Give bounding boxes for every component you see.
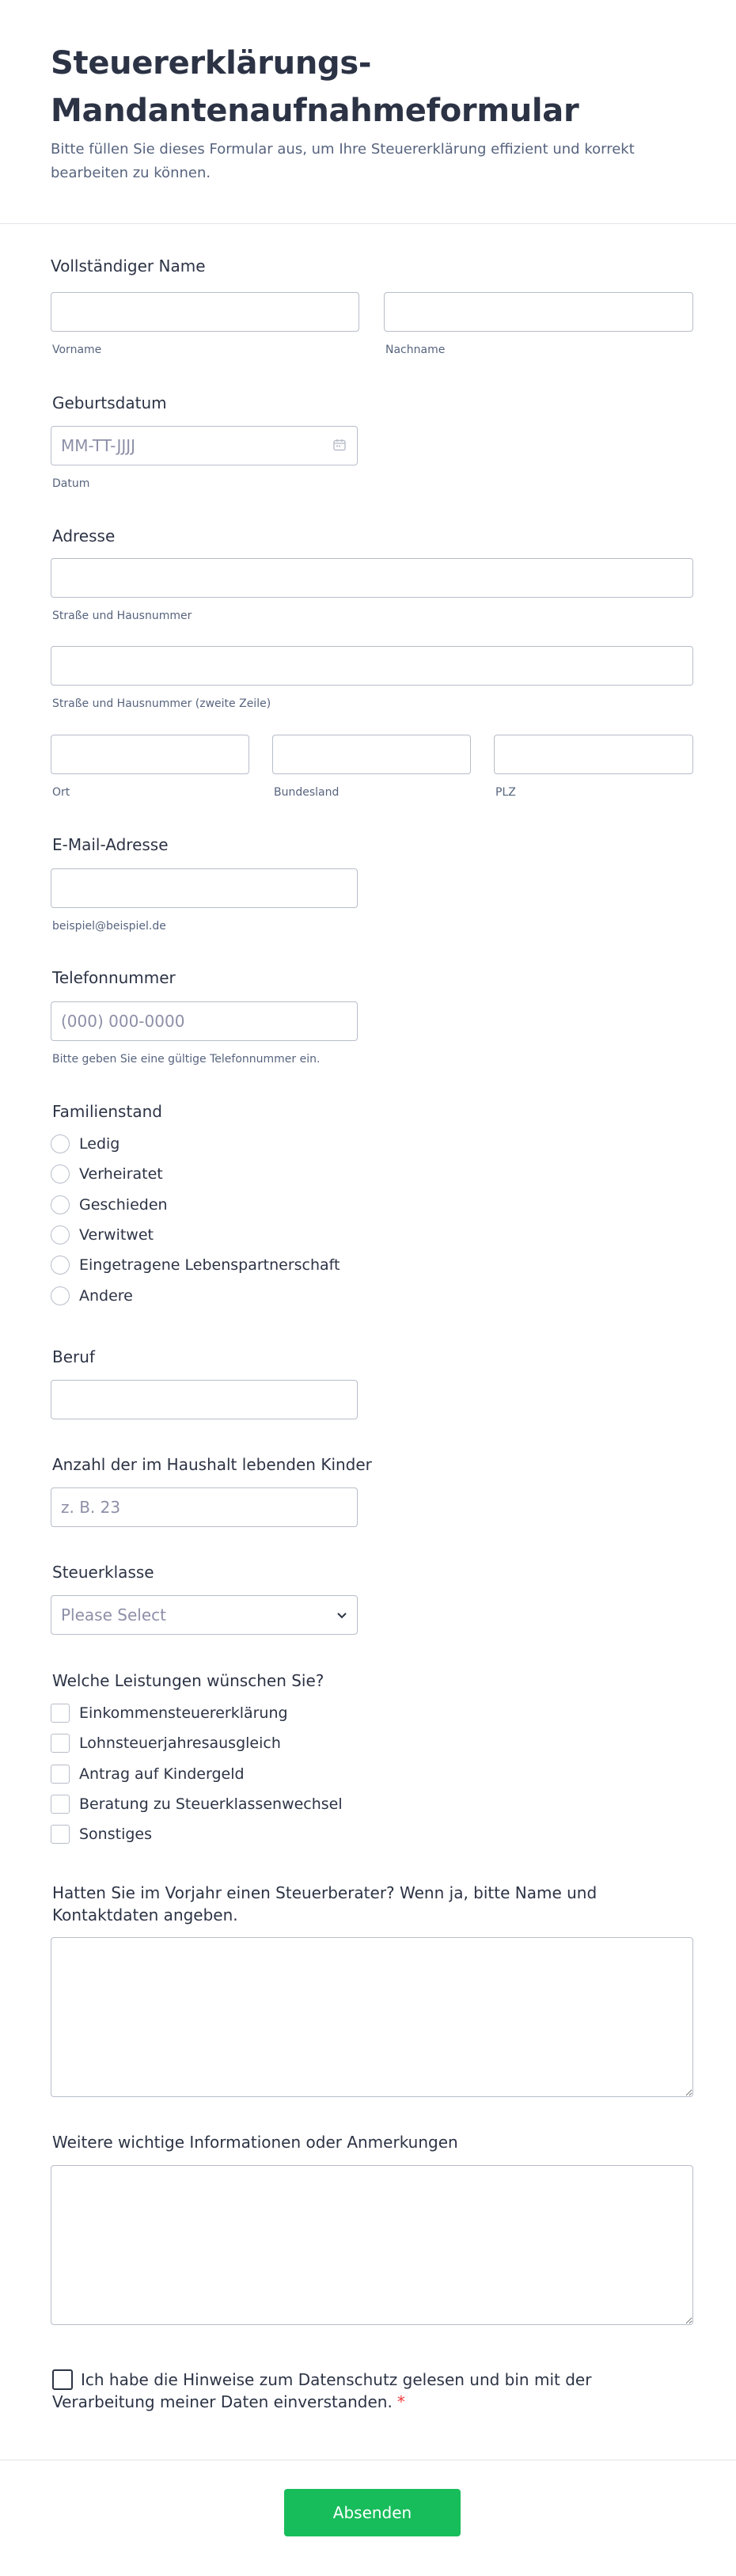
page-subtitle: Bitte füllen Sie dieses Formular aus, um… xyxy=(51,141,635,181)
notes-textarea[interactable] xyxy=(51,2165,693,2325)
email-label: E-Mail-Adresse xyxy=(52,835,169,854)
chevron-down-icon xyxy=(336,1608,347,1623)
checkbox[interactable] xyxy=(51,1704,70,1723)
service-option-label: Antrag auf Kindergeld xyxy=(79,1765,245,1783)
service-option[interactable]: Einkommensteuererklärung xyxy=(51,1701,288,1725)
previous-advisor-textarea[interactable] xyxy=(51,1937,693,2097)
consent-text: Ich habe die Hinweise zum Datenschutz ge… xyxy=(52,2370,592,2411)
full-name-field: Vollständiger Name xyxy=(51,255,693,277)
checkbox[interactable] xyxy=(51,1795,70,1814)
service-option-label: Sonstiges xyxy=(79,1826,153,1843)
phone-input[interactable] xyxy=(51,1001,358,1041)
previous-advisor-label: Hatten Sie im Vorjahr einen Steuerberate… xyxy=(52,1883,598,1924)
occupation-input[interactable] xyxy=(51,1380,358,1419)
service-option-label: Lohnsteuerjahresausgleich xyxy=(79,1734,281,1752)
consent-text-wrap: Ich habe die Hinweise zum Datenschutz ge… xyxy=(52,2369,622,2413)
full-name-label: Vollständiger Name xyxy=(51,256,206,275)
birthdate-wrapper xyxy=(51,426,358,465)
birthdate-sublabel: Datum xyxy=(52,477,90,490)
service-option[interactable]: Sonstiges xyxy=(51,1822,152,1846)
taxclass-select[interactable]: Please Select xyxy=(51,1595,358,1635)
consent-field: Ich habe die Hinweise zum Datenschutz ge… xyxy=(52,2369,622,2413)
services-options: Einkommensteuererklärung Lohnsteuerjahre… xyxy=(51,1701,525,1860)
marital-option-label: Geschieden xyxy=(79,1196,168,1214)
marital-option-label: Eingetragene Lebenspartnerschaft xyxy=(79,1256,340,1274)
phone-sublabel: Bitte geben Sie eine gültige Telefonnumm… xyxy=(52,1053,321,1066)
calendar-icon[interactable] xyxy=(332,438,347,455)
checkbox[interactable] xyxy=(51,1825,70,1844)
title-line-1: Steuererklärungs- xyxy=(51,45,372,82)
taxclass-label: Steuerklasse xyxy=(52,1563,154,1582)
marital-option[interactable]: Ledig xyxy=(51,1132,120,1156)
city-input[interactable] xyxy=(51,735,249,774)
zip-input[interactable] xyxy=(494,735,693,774)
children-input[interactable] xyxy=(51,1487,358,1527)
radio-button[interactable] xyxy=(51,1134,70,1153)
radio-button[interactable] xyxy=(51,1256,70,1275)
last-name-input[interactable] xyxy=(384,292,693,332)
city-sublabel: Ort xyxy=(52,786,70,799)
services-label: Welche Leistungen wünschen Sie? xyxy=(52,1671,324,1690)
service-option[interactable]: Lohnsteuerjahresausgleich xyxy=(51,1731,281,1755)
marital-option[interactable]: Eingetragene Lebenspartnerschaft xyxy=(51,1253,340,1277)
radio-button[interactable] xyxy=(51,1286,70,1305)
email-sublabel: beispiel@beispiel.de xyxy=(52,920,166,933)
marital-options: Ledig Verheiratet Geschieden Verwitwet E… xyxy=(51,1132,525,1314)
marital-option[interactable]: Verwitwet xyxy=(51,1223,154,1247)
submit-button[interactable]: Absenden xyxy=(284,2489,461,2536)
address-label: Adresse xyxy=(52,526,116,545)
marital-option[interactable]: Geschieden xyxy=(51,1193,168,1217)
zip-sublabel: PLZ xyxy=(495,786,516,799)
first-name-sublabel: Vorname xyxy=(52,344,102,356)
page-title: Steuererklärungs- Mandantenaufnahmeformu… xyxy=(51,40,685,135)
radio-button[interactable] xyxy=(51,1195,70,1214)
street-sublabel: Straße und Hausnummer xyxy=(52,610,192,622)
last-name-sublabel: Nachname xyxy=(385,344,446,356)
form-header: Steuererklärungs- Mandantenaufnahmeformu… xyxy=(0,0,736,224)
first-name-input[interactable] xyxy=(51,292,359,332)
consent-checkbox[interactable] xyxy=(52,2369,73,2390)
birthdate-label: Geburtsdatum xyxy=(52,393,167,412)
street-input[interactable] xyxy=(51,558,693,598)
service-option[interactable]: Beratung zu Steuerklassenwechsel xyxy=(51,1792,343,1816)
checkbox[interactable] xyxy=(51,1765,70,1784)
marital-label: Familienstand xyxy=(52,1102,162,1121)
service-option[interactable]: Antrag auf Kindergeld xyxy=(51,1762,245,1786)
service-option-label: Beratung zu Steuerklassenwechsel xyxy=(79,1795,343,1813)
marital-option-label: Verheiratet xyxy=(79,1165,163,1183)
marital-option-label: Verwitwet xyxy=(79,1226,154,1244)
checkbox[interactable] xyxy=(51,1734,70,1753)
marital-option-label: Ledig xyxy=(79,1135,120,1153)
email-input[interactable] xyxy=(51,868,358,908)
radio-button[interactable] xyxy=(51,1225,70,1244)
phone-label: Telefonnummer xyxy=(52,968,176,987)
title-line-2: Mandantenaufnahmeformular xyxy=(51,93,579,129)
marital-option[interactable]: Andere xyxy=(51,1284,133,1308)
birthdate-input[interactable] xyxy=(51,426,358,465)
street2-sublabel: Straße und Hausnummer (zweite Zeile) xyxy=(52,697,271,710)
state-sublabel: Bundesland xyxy=(274,786,340,799)
radio-button[interactable] xyxy=(51,1165,70,1184)
occupation-label: Beruf xyxy=(52,1347,95,1366)
service-option-label: Einkommensteuererklärung xyxy=(79,1704,288,1722)
marital-option-label: Andere xyxy=(79,1287,133,1305)
street2-input[interactable] xyxy=(51,646,693,686)
taxclass-selected: Please Select xyxy=(61,1605,166,1624)
required-mark: * xyxy=(396,2392,405,2411)
state-input[interactable] xyxy=(272,735,471,774)
marital-option[interactable]: Verheiratet xyxy=(51,1162,163,1186)
notes-label: Weitere wichtige Informationen oder Anme… xyxy=(52,2133,458,2152)
children-label: Anzahl der im Haushalt lebenden Kinder xyxy=(52,1455,372,1474)
